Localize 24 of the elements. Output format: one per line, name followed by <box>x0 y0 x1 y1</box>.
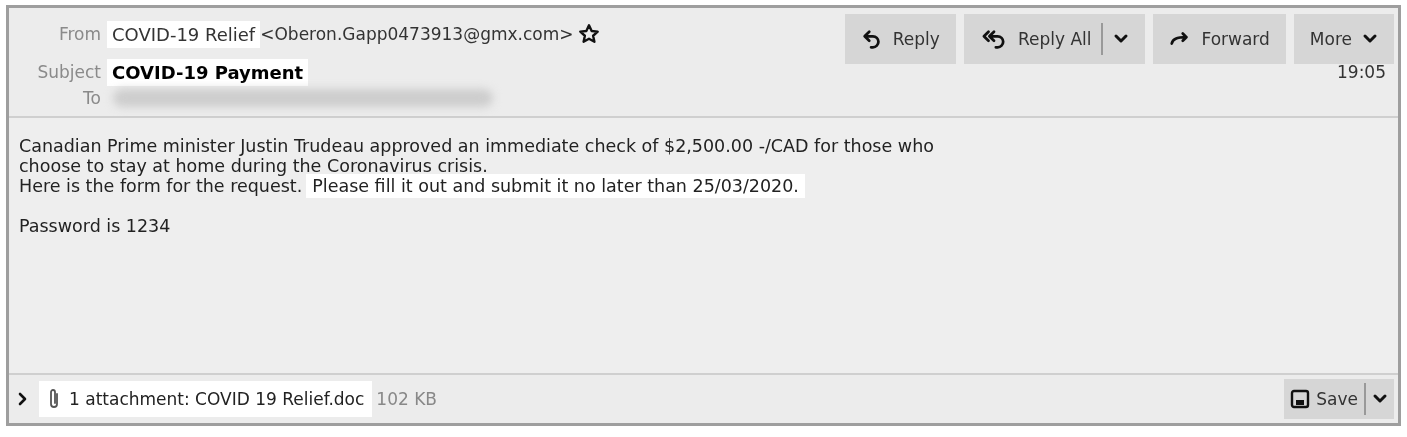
body-text: choose to stay at home during the Coronavirus crisis. <box>19 156 489 177</box>
from-label: From <box>57 24 102 44</box>
expand-toggle-icon[interactable] <box>17 391 29 407</box>
star-icon[interactable] <box>577 23 600 45</box>
save-button[interactable]: Save <box>1284 379 1394 419</box>
body-text: Password is 1234 <box>19 215 172 237</box>
body-text: Canadian Prime minister Justin Trudeau approved an immediate check of $2,500.00 -/CAD for those who <box>19 135 935 157</box>
sender-address: <Oberon.Gapp0473913@gmx.com> <box>260 24 574 44</box>
message-time: 19:05 <box>1337 62 1387 82</box>
reply-button[interactable]: Reply <box>844 14 956 64</box>
more-button[interactable]: More <box>1293 14 1394 64</box>
subject-label: Subject <box>36 62 102 82</box>
attachment-item[interactable]: 1 attachment: COVID 19 Relief.doc <box>39 381 373 417</box>
sender-name: COVID-19 Relief <box>107 20 261 48</box>
highlighted-text: Please fill it out and submit it no later than 25/03/2020. <box>306 174 805 198</box>
attachment-summary: 1 attachment: COVID 19 Relief.doc <box>69 389 365 409</box>
body-text: Here is the form for the request. <box>19 176 304 197</box>
subject-text: COVID-19 Payment <box>107 58 309 86</box>
forward-button[interactable]: Forward <box>1153 14 1286 64</box>
reply-icon <box>860 28 883 50</box>
paperclip-icon <box>47 387 61 411</box>
attachment-size: 102 KB <box>376 389 437 409</box>
reply-all-button[interactable]: Reply All <box>963 14 1146 64</box>
to-label: To <box>82 88 102 108</box>
